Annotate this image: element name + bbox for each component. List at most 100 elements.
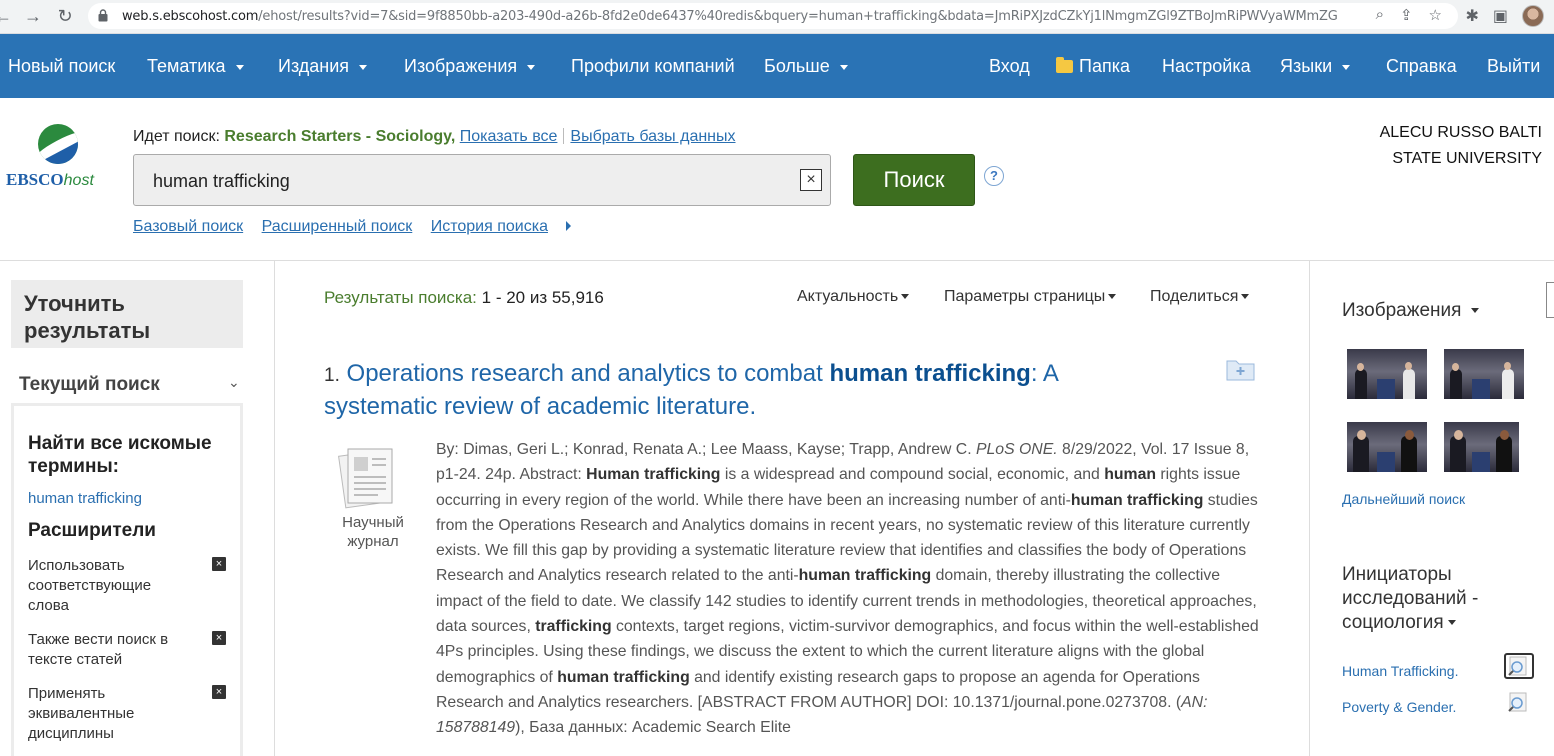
remove-expander-button[interactable]: × [212, 685, 226, 699]
nav-new-search[interactable]: Новый поиск [8, 56, 115, 77]
publication-type-label: Научный журнал [342, 514, 404, 550]
expanders-heading: Расширители [28, 520, 156, 541]
figure-shape [1401, 436, 1417, 472]
nav-more[interactable]: Больше [764, 56, 848, 77]
figure-shape [1377, 452, 1395, 472]
current-search-panel: Найти все искомые термины: human traffic… [11, 403, 243, 756]
research-starter-link[interactable]: Poverty & Gender. [1342, 699, 1456, 715]
forward-icon[interactable]: → [22, 5, 44, 27]
result-index: 1. [324, 365, 340, 386]
nav-sign-in[interactable]: Вход [989, 56, 1030, 77]
search-button[interactable]: Поиск [853, 154, 975, 206]
abstract-text: By: Dimas, Geri L.; Konrad, Renata A.; L… [436, 441, 976, 458]
result-title-highlight: human trafficking [829, 360, 1031, 387]
chevron-down-icon[interactable]: ⌄ [228, 374, 240, 391]
figure-shape [1357, 430, 1366, 440]
divider [1309, 261, 1310, 756]
images-title-label: Изображения [1342, 300, 1462, 321]
caret-down-icon [1108, 294, 1117, 300]
profile-avatar[interactable] [1522, 5, 1544, 27]
figure-shape [1377, 379, 1395, 399]
figure-shape [1357, 363, 1364, 371]
clear-search-button[interactable]: × [800, 169, 822, 191]
nav-images[interactable]: Изображения [404, 56, 536, 77]
nav-company-profiles[interactable]: Профили компаний [571, 56, 735, 77]
remove-expander-button[interactable]: × [212, 631, 226, 645]
expander-item: Использовать соответствующие слова × [28, 556, 226, 616]
browser-toolbar: ← → ↻ web.s.ebscohost.com/ehost/results?… [0, 0, 1554, 34]
nav-folder[interactable]: Папка [1056, 56, 1130, 77]
extensions-icon[interactable]: ✱ [1465, 6, 1478, 26]
figure-shape [1472, 452, 1490, 472]
caret-down-icon [839, 64, 848, 70]
search-history-link[interactable]: История поиска [431, 218, 585, 235]
caret-down-icon [1241, 294, 1250, 300]
logo-host-text: host [63, 172, 94, 189]
sort-label: Актуальность [797, 288, 899, 305]
nav-languages[interactable]: Языки [1280, 56, 1351, 77]
abstract-highlight: human trafficking [798, 567, 932, 585]
expander-item: Также вести поиск в тексте статей × [28, 630, 226, 670]
page-options-dropdown[interactable]: Параметры страницы [944, 288, 1117, 306]
research-starters-title[interactable]: Инициаторы исследований - социология [1342, 563, 1532, 635]
nav-publications[interactable]: Издания [278, 56, 368, 77]
caret-down-icon [235, 64, 244, 70]
sort-dropdown[interactable]: Актуальность [797, 288, 910, 306]
find-all-terms-heading: Найти все искомые термины: [28, 433, 212, 477]
choose-databases-link[interactable]: Выбрать базы данных [570, 128, 735, 145]
nav-preferences[interactable]: Настройка [1162, 56, 1251, 77]
ebscohost-logo[interactable]: EBSCOhost [6, 124, 110, 194]
image-thumbnail[interactable] [1444, 349, 1524, 399]
searching-label: Идет поиск: [133, 128, 220, 145]
nav-exit[interactable]: Выйти [1487, 56, 1540, 77]
help-icon[interactable]: ? [984, 166, 1004, 186]
expander-label: Использовать соответствующие слова [28, 557, 152, 614]
triangle-right-icon [565, 221, 571, 231]
share-dropdown[interactable]: Поделиться [1150, 288, 1250, 306]
remove-expander-button[interactable]: × [212, 557, 226, 571]
share-label: Поделиться [1150, 288, 1239, 305]
further-search-link[interactable]: Дальнейший поиск [1342, 491, 1465, 507]
academic-journal-icon [338, 448, 393, 509]
folder-icon [1056, 57, 1073, 73]
refine-results-title: Уточнить результаты [11, 280, 243, 348]
image-thumbnail[interactable] [1347, 422, 1427, 472]
figure-shape [1496, 436, 1512, 472]
image-thumbnail[interactable] [1444, 422, 1519, 472]
nav-subjects[interactable]: Тематика [147, 56, 244, 77]
show-all-link[interactable]: Показать все [460, 128, 558, 145]
add-to-folder-icon[interactable] [1226, 357, 1255, 381]
divider [0, 260, 1554, 261]
preview-magnifier-icon[interactable] [1506, 691, 1536, 717]
search-input[interactable]: human trafficking × [133, 154, 831, 206]
figure-shape [1403, 369, 1415, 399]
result-title-part: Operations research and analytics to com… [346, 360, 823, 387]
share-page-icon[interactable]: ⇪ [1400, 6, 1413, 24]
basic-search-link[interactable]: Базовый поиск [133, 218, 243, 235]
figure-shape [1405, 362, 1412, 370]
research-starter-link[interactable]: Human Trafficking. [1342, 663, 1458, 679]
zoom-icon[interactable]: ⌕ [1376, 6, 1384, 24]
advanced-search-link[interactable]: Расширенный поиск [262, 218, 413, 235]
top-navigation: Новый поиск Тематика Издания Изображения… [0, 34, 1554, 98]
image-thumbnail[interactable] [1347, 349, 1427, 399]
institution-name: ALECU RUSSO BALTI STATE UNIVERSITY [1379, 124, 1542, 167]
figure-shape [1405, 430, 1414, 440]
address-bar[interactable]: web.s.ebscohost.com/ehost/results?vid=7&… [88, 3, 1458, 29]
caret-down-icon [527, 64, 536, 70]
star-icon[interactable]: ☆ [1429, 6, 1442, 24]
results-label: Результаты поиска: [324, 288, 477, 307]
search-query: human trafficking [153, 171, 290, 191]
current-search-toggle[interactable]: Текущий поиск [19, 374, 160, 396]
images-widget-title[interactable]: Изображения [1342, 300, 1480, 322]
sidepanel-icon[interactable]: ▣ [1493, 6, 1508, 26]
search-term-link[interactable]: human trafficking [28, 490, 226, 507]
abstract-highlight: Human trafficking [586, 466, 721, 484]
result-title[interactable]: 1. Operations research and analytics to … [324, 358, 1124, 422]
abstract-highlight: human trafficking [557, 668, 690, 686]
nav-help[interactable]: Справка [1386, 56, 1457, 77]
back-icon[interactable]: ← [0, 5, 14, 27]
reload-icon[interactable]: ↻ [54, 5, 76, 27]
side-panel-tab[interactable] [1546, 282, 1554, 318]
preview-magnifier-icon[interactable] [1504, 653, 1534, 679]
